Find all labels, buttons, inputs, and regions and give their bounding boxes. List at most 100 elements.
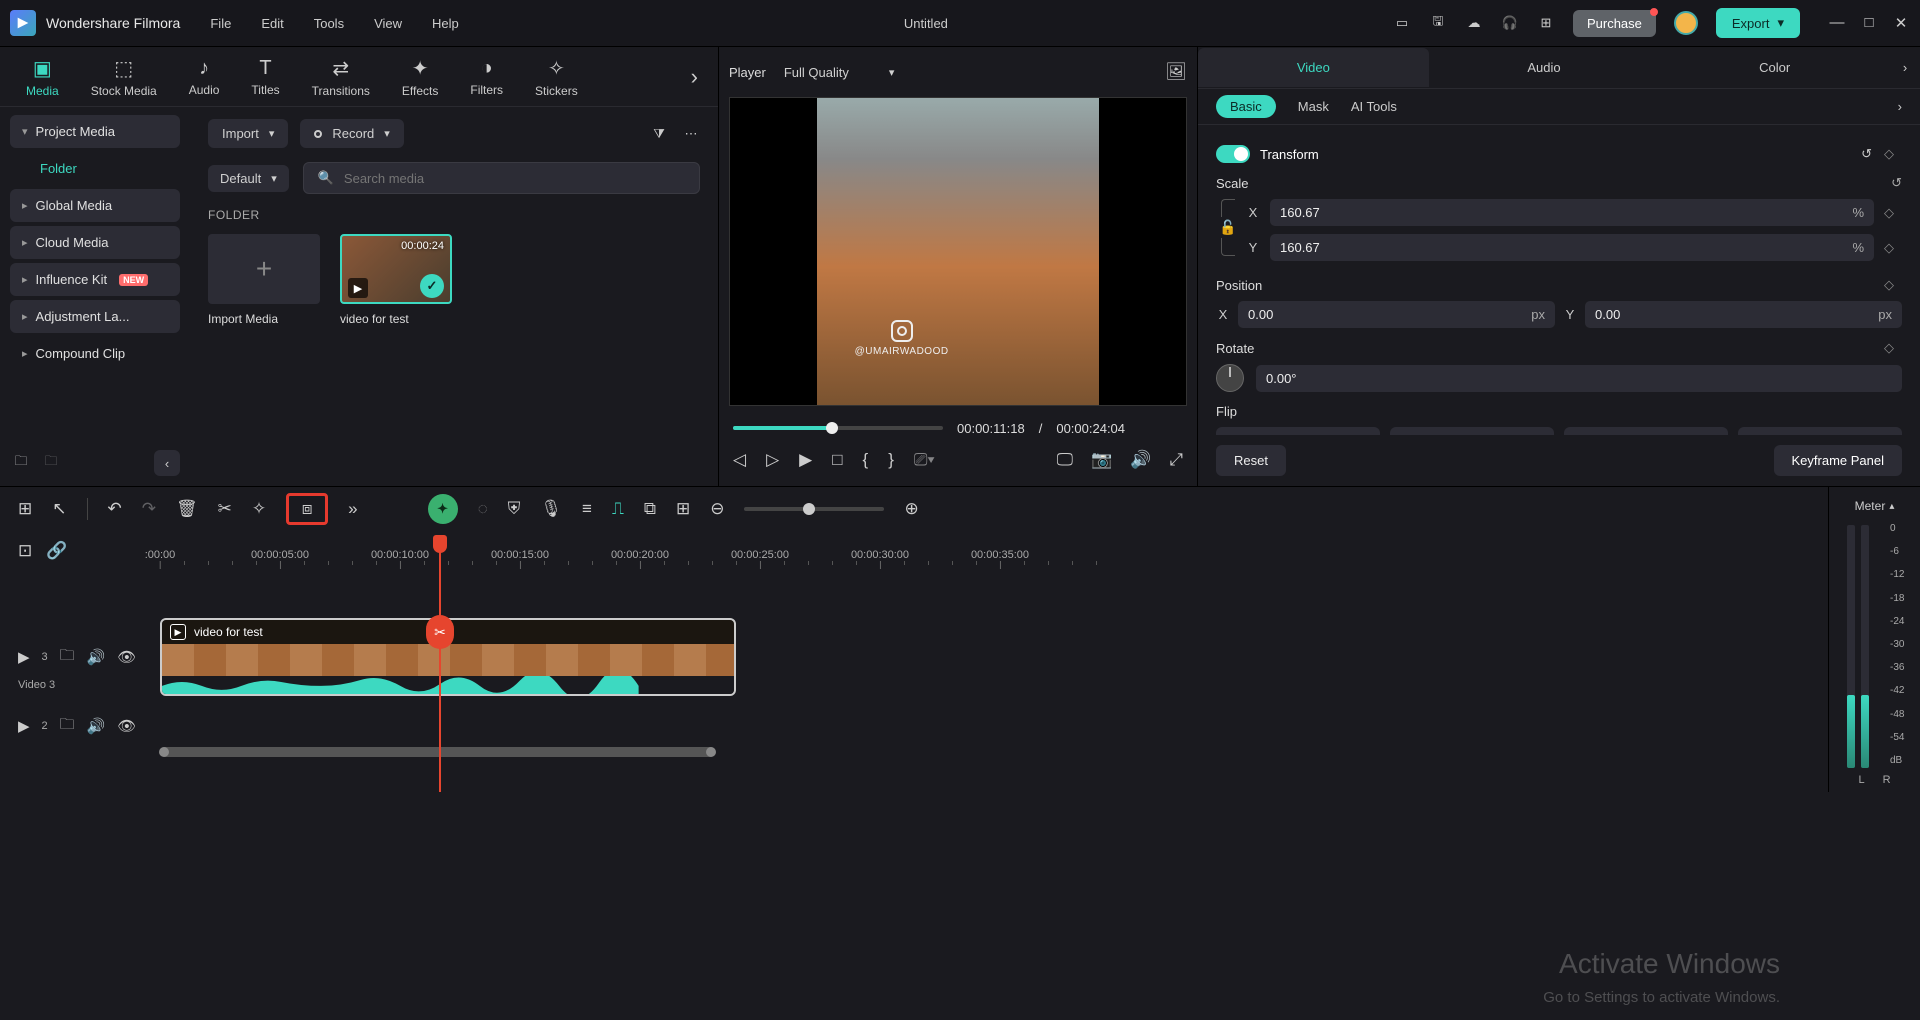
import-media-tile[interactable]: + Import Media — [208, 234, 320, 326]
filter-icon[interactable]: ⧩ — [650, 125, 668, 143]
search-input[interactable]: 🔍 — [303, 162, 700, 194]
import-dropdown[interactable]: Import▾ — [208, 119, 288, 148]
more-icon[interactable]: ⋯ — [682, 125, 700, 143]
save-icon[interactable]: 🖫 — [1429, 14, 1447, 32]
subtabs-more[interactable]: › — [1898, 99, 1902, 114]
track-visible-icon[interactable]: 👁 — [117, 648, 136, 666]
list-icon[interactable]: ≡ — [582, 499, 592, 519]
tabs-more-button[interactable]: › — [691, 64, 698, 90]
quality-dropdown[interactable]: Full Quality▾ — [784, 65, 895, 80]
reset-icon[interactable]: ↺ — [1891, 175, 1902, 191]
zoom-slider[interactable] — [744, 507, 884, 511]
ai-button[interactable]: ✦ — [428, 494, 458, 524]
rotate-cw-button[interactable]: ⟳ — [1564, 427, 1728, 435]
track-visible-icon[interactable]: 👁 — [117, 717, 136, 735]
seek-slider[interactable] — [733, 426, 943, 430]
inspector-tab-video[interactable]: Video — [1198, 48, 1429, 87]
preview-canvas[interactable]: @UMAIRWADOOD — [729, 97, 1187, 406]
sidebar-item-compound-clip[interactable]: ▸Compound Clip — [10, 337, 180, 370]
timeline-settings-icon[interactable]: ⊞ — [18, 499, 32, 519]
zoom-in-icon[interactable]: ⊕ — [904, 499, 918, 519]
timeline-scrollbar[interactable] — [160, 747, 1668, 761]
keyframe-icon[interactable]: ◇ — [1884, 240, 1902, 256]
volume-icon[interactable]: 🔊 — [1130, 450, 1151, 470]
next-frame-button[interactable]: ▷ — [766, 450, 779, 470]
link-icon[interactable]: 🔗 — [46, 541, 67, 561]
track-lock-icon[interactable]: ▶ — [18, 717, 30, 735]
mixer-icon[interactable]: ⎍ — [612, 499, 624, 519]
tab-audio[interactable]: ♪Audio — [183, 53, 226, 101]
sidebar-item-cloud-media[interactable]: ▸Cloud Media — [10, 226, 180, 259]
purchase-button[interactable]: Purchase — [1573, 10, 1656, 37]
split-icon[interactable]: ✂ — [218, 499, 232, 519]
menu-edit[interactable]: Edit — [261, 16, 283, 31]
menu-tools[interactable]: Tools — [314, 16, 344, 31]
zoom-out-icon[interactable]: ⊖ — [710, 499, 724, 519]
redo-icon[interactable]: ↷ — [142, 499, 156, 519]
inspector-tab-audio[interactable]: Audio — [1429, 48, 1660, 87]
more-tools-icon[interactable]: » — [348, 499, 357, 519]
prev-frame-button[interactable]: ◁ — [733, 450, 746, 470]
display-icon[interactable]: 🖵 — [1057, 450, 1073, 470]
folder-icon[interactable]: 🗀 — [42, 454, 60, 472]
rotate-field[interactable]: 0.00° — [1256, 365, 1902, 392]
marker-icon[interactable]: ⛨ — [508, 499, 521, 519]
keyframe-icon[interactable]: ◇ — [1884, 205, 1902, 221]
collapse-sidebar-button[interactable]: ‹ — [154, 450, 180, 476]
inspector-tabs-more[interactable]: › — [1890, 60, 1920, 75]
track-folder-icon[interactable]: 🗀 — [60, 714, 75, 739]
record-dropdown[interactable]: Record▾ — [300, 119, 403, 148]
keyframe-icon[interactable]: ◇ — [1884, 146, 1902, 162]
pos-x-field[interactable]: 0.00px — [1238, 301, 1555, 328]
playhead[interactable]: ✂ — [439, 535, 441, 792]
plus-box-icon[interactable]: ⊞ — [676, 499, 690, 519]
close-button[interactable]: ✕ — [1892, 14, 1910, 32]
flip-horizontal-button[interactable]: ◢◣ — [1216, 427, 1380, 435]
rotate-dial[interactable] — [1216, 364, 1244, 392]
tab-media[interactable]: ▣Media — [20, 52, 65, 102]
scale-y-field[interactable]: 160.67% — [1270, 234, 1874, 261]
render-icon[interactable]: ⧉ — [644, 499, 656, 519]
auto-reframe-icon[interactable]: ⊡ — [18, 541, 32, 561]
menu-file[interactable]: File — [210, 16, 231, 31]
ai-effects-icon[interactable]: ✧ — [252, 499, 266, 519]
sidebar-item-adjustment-layer[interactable]: ▸Adjustment La... — [10, 300, 180, 333]
keyframe-icon[interactable]: ◇ — [1884, 277, 1902, 293]
sidebar-item-folder[interactable]: Folder — [10, 152, 180, 185]
tab-filters[interactable]: ◑Filters — [464, 53, 509, 101]
tab-transitions[interactable]: ⇄Transitions — [306, 52, 376, 102]
play-button[interactable]: ▶ — [799, 450, 812, 470]
camera-icon[interactable]: 📷 — [1091, 450, 1112, 470]
voiceover-icon[interactable]: 🎙 — [540, 499, 562, 519]
subtab-mask[interactable]: Mask — [1298, 99, 1329, 114]
user-avatar[interactable] — [1674, 11, 1698, 35]
rotate-ccw-button[interactable]: ⟲ — [1738, 427, 1902, 435]
crop-button[interactable]: ⧈ — [286, 493, 328, 525]
maximize-button[interactable]: □ — [1860, 14, 1878, 32]
cloud-icon[interactable]: ☁ — [1465, 14, 1483, 32]
menu-view[interactable]: View — [374, 16, 402, 31]
minimize-button[interactable]: — — [1828, 14, 1846, 32]
tab-effects[interactable]: ✦Effects — [396, 52, 444, 102]
cursor-tool-icon[interactable]: ↖ — [52, 499, 66, 519]
headphones-icon[interactable]: 🎧 — [1501, 14, 1519, 32]
speed-icon[interactable]: ◌ — [478, 499, 488, 519]
subtab-ai-tools[interactable]: AI Tools — [1351, 99, 1397, 114]
transform-toggle[interactable] — [1216, 145, 1250, 163]
mark-out-button[interactable]: } — [888, 450, 894, 470]
delete-icon[interactable]: 🗑 — [176, 499, 198, 519]
reset-icon[interactable]: ↺ — [1861, 146, 1872, 162]
sort-dropdown[interactable]: Default▾ — [208, 165, 289, 192]
subtab-basic[interactable]: Basic — [1216, 95, 1276, 118]
apps-icon[interactable]: ⊞ — [1537, 14, 1555, 32]
stop-button[interactable]: □ — [832, 450, 842, 470]
tab-stickers[interactable]: ✧Stickers — [529, 52, 584, 102]
track-lock-icon[interactable]: ▶ — [18, 648, 30, 666]
new-folder-icon[interactable]: 🗀 — [12, 454, 30, 472]
safe-zone-dropdown[interactable]: ⎚▾ — [914, 450, 935, 470]
scissors-icon[interactable]: ✂ — [426, 615, 454, 649]
keyframe-icon[interactable]: ◇ — [1884, 340, 1902, 356]
track-mute-icon[interactable]: 🔊 — [87, 717, 106, 735]
sidebar-item-influence-kit[interactable]: ▸Influence KitNEW — [10, 263, 180, 296]
time-ruler[interactable]: :00:0000:00:05:0000:00:10:0000:00:15:000… — [160, 531, 1828, 561]
